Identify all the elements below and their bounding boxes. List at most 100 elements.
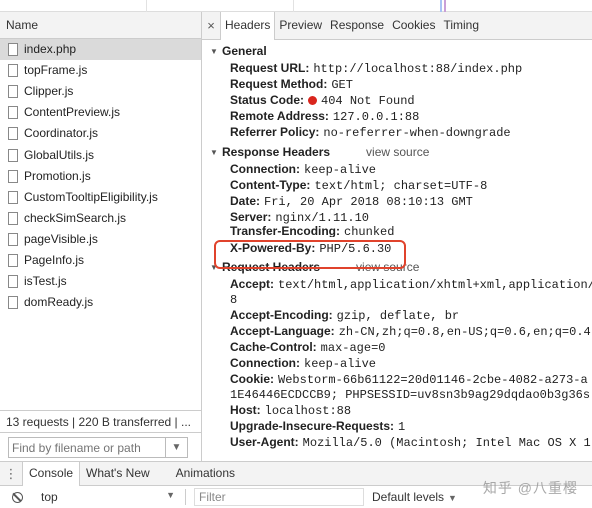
request-row[interactable]: checkSimSearch.js: [0, 208, 201, 229]
header-key: Referrer Policy:: [230, 125, 320, 139]
tab-timing[interactable]: Timing: [439, 12, 483, 39]
request-name: PageInfo.js: [24, 252, 85, 267]
header-value: 1: [398, 420, 406, 434]
header-row: Accept-Encoding: gzip, deflate, br: [210, 307, 592, 323]
request-row[interactable]: index.php: [0, 39, 201, 61]
close-icon[interactable]: ×: [202, 12, 220, 39]
header-row: Transfer-Encoding: chunked: [210, 225, 592, 237]
x-powered-by-highlight-box: [214, 240, 406, 269]
request-name: Clipper.js: [24, 84, 74, 99]
header-value: keep-alive: [304, 163, 377, 177]
chevron-down-icon: ▼: [448, 493, 457, 503]
header-value: zh-CN,zh;q=0.8,en-US;q=0.6,en;q=0.4: [338, 325, 591, 339]
header-value-continuation: 8: [210, 292, 592, 307]
name-column-header[interactable]: Name: [0, 12, 201, 39]
header-row: Server: nginx/1.11.10: [210, 209, 592, 225]
request-detail-panel: × Headers Preview Response Cookies Timin…: [202, 12, 592, 461]
section-title: Response Headers: [222, 145, 331, 159]
header-row: Date: Fri, 20 Apr 2018 08:10:13 GMT: [210, 193, 592, 209]
execution-context-select[interactable]: top ▼: [41, 490, 181, 504]
header-row: Content-Type: text/html; charset=UTF-8: [210, 177, 592, 193]
chevron-down-icon: ▼: [166, 490, 175, 500]
request-name: CustomTooltipEligibility.js: [24, 189, 158, 204]
tab-preview[interactable]: Preview: [275, 12, 326, 39]
header-value: no-referrer-when-downgrade: [323, 126, 511, 140]
header-key: Host:: [230, 403, 261, 417]
request-filter-bar: ▼: [0, 432, 201, 461]
document-icon: [8, 127, 18, 141]
header-row: Referrer Policy: no-referrer-when-downgra…: [210, 124, 592, 140]
request-row[interactable]: Promotion.js: [0, 166, 201, 187]
section-title: General: [222, 44, 267, 58]
more-options-icon[interactable]: ⋮: [0, 462, 22, 486]
header-row: Connection: keep-alive: [210, 161, 592, 177]
header-value: GET: [331, 78, 353, 92]
load-event-marker: [444, 0, 446, 12]
request-list-panel: Name index.php topFrame.js Clipper.js Co…: [0, 12, 202, 461]
header-key: Accept-Encoding:: [230, 308, 333, 322]
tab-response[interactable]: Response: [326, 12, 388, 39]
header-key: Content-Type:: [230, 178, 311, 192]
header-value: Mozilla/5.0 (Macintosh; Intel Mac OS X 1: [302, 436, 591, 450]
header-value: localhost:88: [264, 404, 352, 418]
general-section-toggle[interactable]: ▼ General: [210, 43, 592, 60]
header-row: Host: localhost:88: [210, 402, 592, 418]
document-icon: [8, 232, 18, 246]
log-levels-select[interactable]: Default levels ▼: [372, 490, 457, 504]
request-name: isTest.js: [24, 274, 67, 289]
document-icon: [8, 148, 18, 162]
header-value: gzip, deflate, br: [336, 309, 460, 323]
request-row[interactable]: topFrame.js: [0, 60, 201, 81]
view-source-link[interactable]: view source: [366, 144, 429, 161]
tab-console[interactable]: Console: [22, 461, 81, 486]
request-row[interactable]: PageInfo.js: [0, 250, 201, 271]
header-value: 127.0.0.1:88: [332, 110, 420, 124]
request-row[interactable]: ContentPreview.js: [0, 102, 201, 123]
tab-whats-new[interactable]: What's New: [80, 462, 156, 485]
header-row: Remote Address: 127.0.0.1:88: [210, 108, 592, 124]
dom-content-loaded-marker: [440, 0, 442, 12]
header-value: Fri, 20 Apr 2018 08:10:13 GMT: [264, 195, 473, 209]
status-error-icon: [308, 96, 318, 105]
header-value: chunked: [344, 225, 395, 237]
header-row: Status Code: 404 Not Found: [210, 92, 592, 108]
header-value: text/html,application/xhtml+xml,applicat…: [278, 278, 592, 292]
response-headers-toggle[interactable]: ▼ Response Headers view source: [210, 144, 592, 161]
request-list: index.php topFrame.js Clipper.js Content…: [0, 39, 201, 313]
header-value: keep-alive: [304, 357, 377, 371]
request-row[interactable]: GlobalUtils.js: [0, 144, 201, 165]
network-timeline-overview[interactable]: [0, 0, 592, 12]
request-name: checkSimSearch.js: [24, 210, 127, 225]
header-row: Upgrade-Insecure-Requests: 1: [210, 418, 592, 434]
filename-filter-input[interactable]: [9, 438, 165, 457]
header-key: User-Agent:: [230, 435, 299, 449]
tab-headers[interactable]: Headers: [220, 12, 276, 40]
header-row: Request URL: http://localhost:88/index.ph…: [210, 60, 592, 76]
console-filter-input[interactable]: Filter: [194, 488, 364, 506]
clear-console-icon[interactable]: [12, 491, 23, 503]
request-name: Coordinator.js: [24, 126, 99, 141]
header-key: Connection:: [230, 356, 300, 370]
tab-animations[interactable]: Animations: [170, 462, 241, 485]
context-label: top: [41, 490, 58, 504]
general-section: ▼ General Request URL: http://localhost:88…: [202, 43, 592, 140]
document-icon: [8, 43, 18, 57]
request-name: GlobalUtils.js: [24, 147, 95, 162]
header-key: Server:: [230, 210, 272, 224]
console-drawer: ⋮ Console What's New Animations top ▼ Fil…: [0, 461, 592, 508]
header-value: 404 Not Found: [321, 94, 415, 108]
header-key: Connection:: [230, 162, 300, 176]
request-row[interactable]: isTest.js: [0, 271, 201, 292]
request-row[interactable]: CustomTooltipEligibility.js: [0, 187, 201, 208]
request-row[interactable]: Clipper.js: [0, 81, 201, 102]
header-key: Transfer-Encoding:: [230, 225, 341, 237]
document-icon: [8, 253, 18, 267]
filename-filter: ▼: [8, 437, 188, 458]
request-row[interactable]: domReady.js: [0, 292, 201, 313]
chevron-down-icon[interactable]: ▼: [165, 438, 187, 457]
header-row: User-Agent: Mozilla/5.0 (Macintosh; Intel…: [210, 434, 592, 450]
request-headers-section: ▼ Request Headers view source Accept: text/…: [202, 259, 592, 450]
request-row[interactable]: pageVisible.js: [0, 229, 201, 250]
tab-cookies[interactable]: Cookies: [388, 12, 439, 39]
request-row[interactable]: Coordinator.js: [0, 123, 201, 144]
